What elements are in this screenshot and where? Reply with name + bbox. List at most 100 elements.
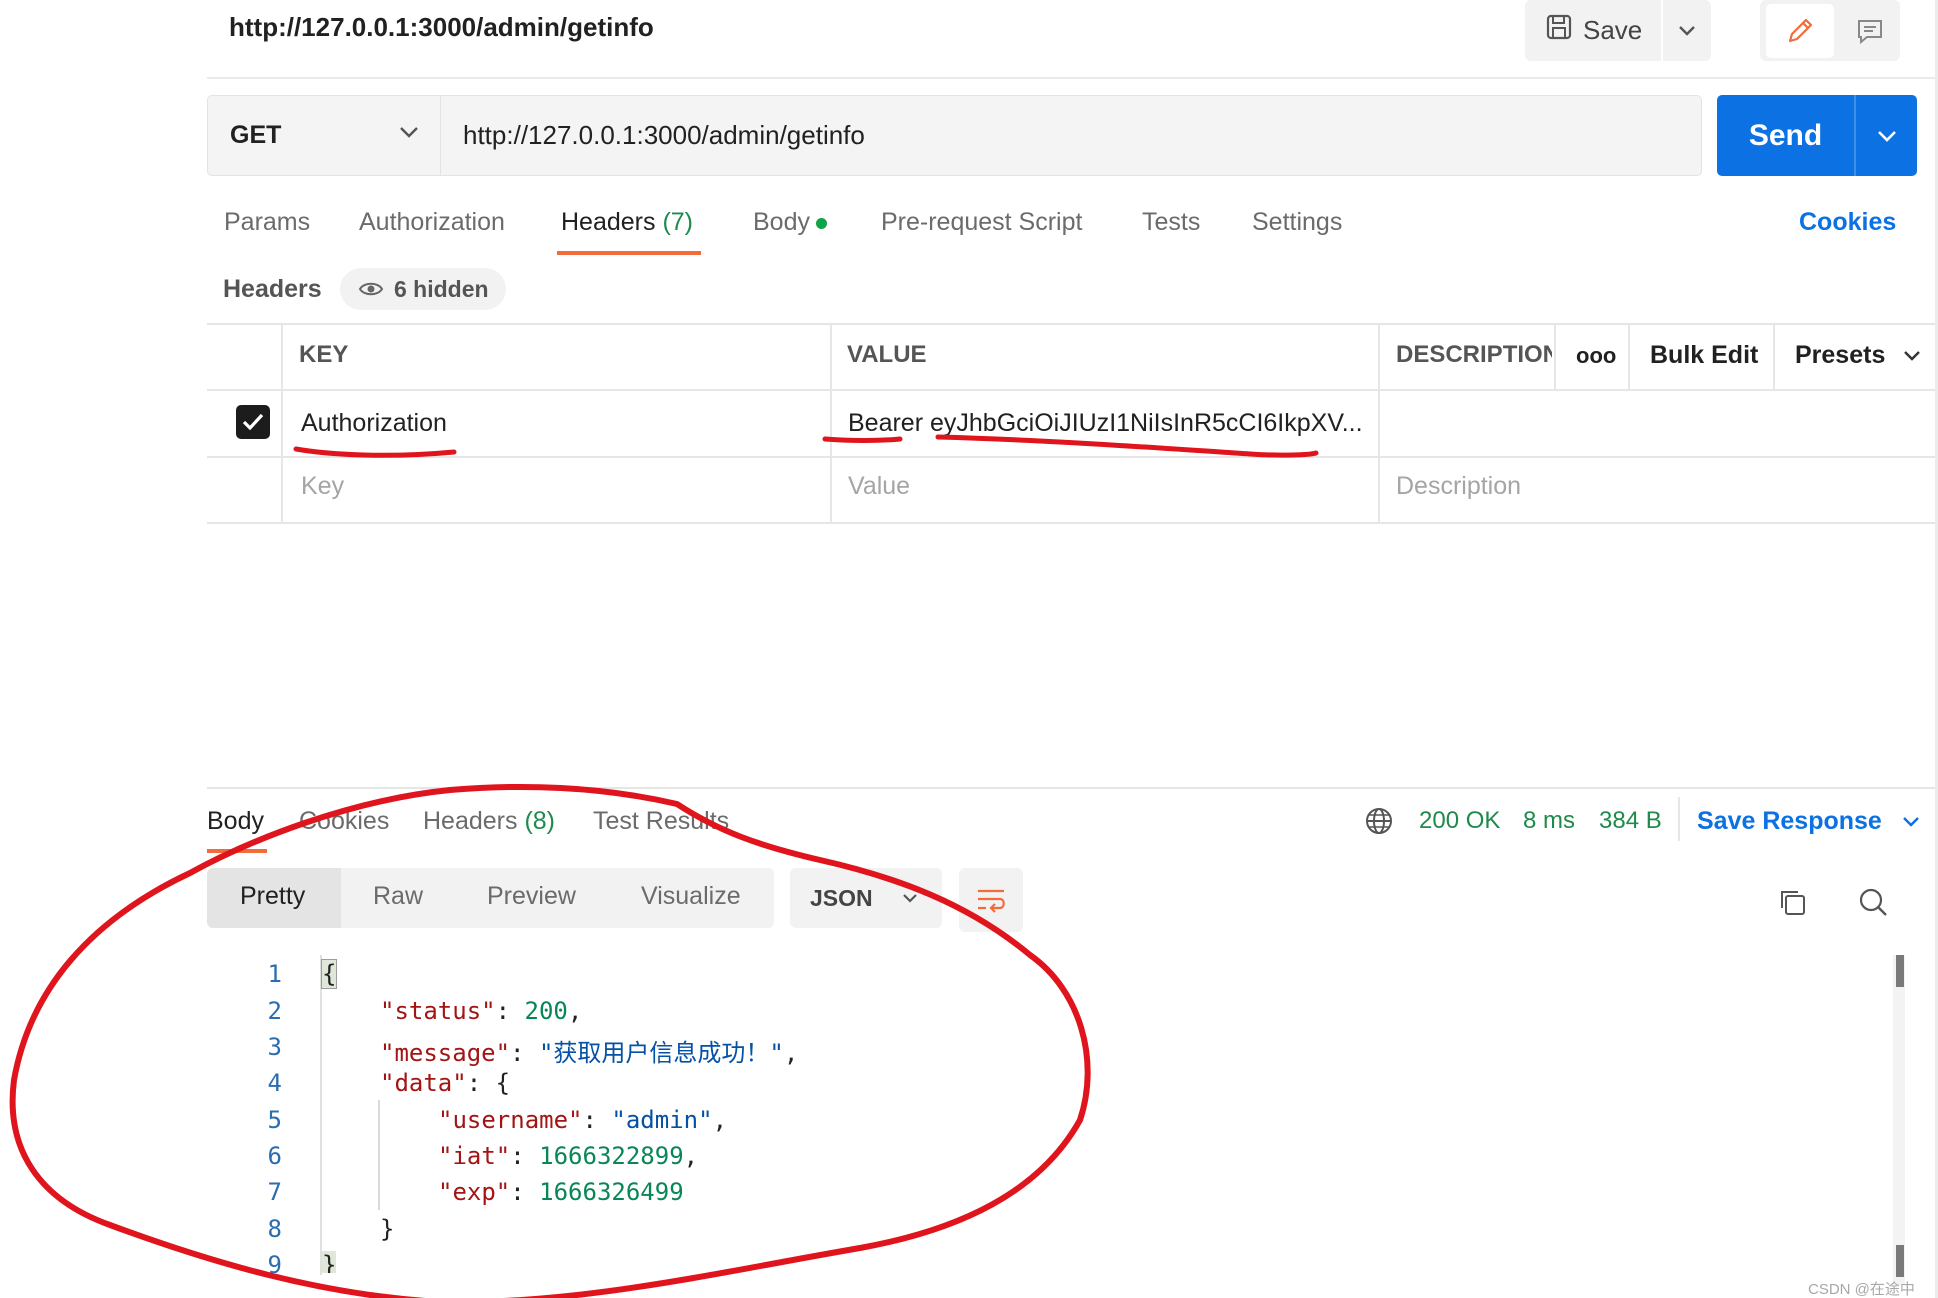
code-line[interactable]: "exp": 1666326499 bbox=[438, 1178, 684, 1206]
header-enabled-checkbox[interactable] bbox=[236, 405, 270, 439]
response-size[interactable]: 384 B bbox=[1599, 807, 1662, 835]
table-border bbox=[207, 456, 1938, 458]
annotation-underline-token bbox=[935, 434, 1319, 458]
value-input[interactable]: Value bbox=[848, 472, 910, 501]
save-response-dropdown[interactable]: Save Response bbox=[1697, 807, 1921, 836]
view-preview[interactable]: Preview bbox=[487, 882, 576, 911]
line-number: 6 bbox=[267, 1142, 282, 1170]
line-number: 5 bbox=[267, 1106, 282, 1134]
format-dropdown[interactable]: JSON bbox=[790, 868, 942, 928]
tab-tests[interactable]: Tests bbox=[1142, 208, 1200, 237]
more-options-button[interactable]: ooo bbox=[1576, 343, 1616, 369]
json-close-brace: } bbox=[322, 1251, 337, 1273]
key-input[interactable]: Key bbox=[301, 472, 344, 501]
code-line[interactable]: { bbox=[320, 959, 338, 989]
line-number: 7 bbox=[267, 1178, 282, 1206]
description-input[interactable]: Description bbox=[1396, 472, 1521, 501]
json-value: "获取用户信息成功！" bbox=[538, 1039, 784, 1067]
json-key: "exp" bbox=[438, 1178, 511, 1206]
view-raw[interactable]: Raw bbox=[373, 882, 423, 911]
table-border bbox=[830, 323, 832, 522]
json-key: "message" bbox=[380, 1039, 511, 1067]
code-line[interactable]: "data": { bbox=[380, 1069, 510, 1097]
wrap-lines-icon bbox=[978, 889, 1005, 913]
json-key: "data" bbox=[380, 1069, 467, 1097]
save-response-label: Save Response bbox=[1697, 807, 1882, 835]
chevron-down-icon bbox=[1904, 351, 1921, 361]
code-line[interactable]: } bbox=[380, 1215, 394, 1243]
send-dropdown-button[interactable] bbox=[1854, 95, 1917, 176]
send-button[interactable]: Send bbox=[1717, 119, 1854, 153]
code-line[interactable]: "username": "admin", bbox=[438, 1106, 727, 1134]
code-line[interactable]: "status": 200, bbox=[380, 997, 582, 1025]
code-line[interactable]: "message": "获取用户信息成功！", bbox=[380, 1033, 798, 1068]
table-border bbox=[1378, 323, 1380, 522]
eye-icon bbox=[358, 282, 384, 296]
gutter-divider bbox=[320, 955, 322, 1275]
response-tab-test-results[interactable]: Test Results bbox=[593, 807, 729, 836]
json-open-brace: { bbox=[320, 959, 338, 989]
table-border bbox=[207, 323, 1938, 325]
code-line[interactable]: } bbox=[322, 1251, 337, 1273]
chevron-down-icon bbox=[1902, 817, 1919, 827]
globe-icon[interactable] bbox=[1364, 806, 1394, 841]
edit-button[interactable] bbox=[1766, 4, 1834, 58]
tab-headers[interactable]: Headers (7) bbox=[561, 208, 693, 237]
tab-settings[interactable]: Settings bbox=[1252, 208, 1342, 237]
scrollbar-thumb[interactable] bbox=[1896, 955, 1904, 987]
save-button[interactable]: Save bbox=[1525, 0, 1663, 61]
tab-headers-count: (7) bbox=[662, 208, 694, 236]
column-header-description: DESCRIPTION bbox=[1396, 341, 1552, 368]
response-time[interactable]: 8 ms bbox=[1523, 807, 1575, 835]
tab-body[interactable]: Body bbox=[753, 208, 827, 237]
code-line[interactable]: "iat": 1666322899, bbox=[438, 1142, 698, 1170]
response-tab-body[interactable]: Body bbox=[207, 807, 264, 836]
hidden-headers-toggle[interactable]: 6 hidden bbox=[340, 268, 506, 310]
json-key: "iat" bbox=[438, 1142, 511, 1170]
view-mode-segmented: Pretty Raw Preview Visualize bbox=[207, 868, 774, 928]
search-icon[interactable] bbox=[1857, 886, 1889, 923]
copy-icon[interactable] bbox=[1776, 886, 1808, 923]
comments-button[interactable] bbox=[1844, 4, 1896, 58]
presets-dropdown[interactable]: Presets bbox=[1795, 341, 1922, 370]
header-key-cell[interactable]: Authorization bbox=[301, 409, 447, 438]
table-border bbox=[1773, 323, 1775, 389]
method-select[interactable]: GET bbox=[207, 95, 440, 176]
editor-scrollbar[interactable] bbox=[1893, 955, 1905, 1285]
format-label: JSON bbox=[810, 884, 873, 911]
tab-prerequest-script[interactable]: Pre-request Script bbox=[881, 208, 1082, 237]
response-tab-headers[interactable]: Headers (8) bbox=[423, 807, 555, 836]
tab-params[interactable]: Params bbox=[224, 208, 310, 237]
table-border bbox=[281, 323, 283, 522]
annotation-underline-key bbox=[293, 446, 457, 458]
indent-guide bbox=[378, 1100, 380, 1210]
divider bbox=[1678, 797, 1680, 841]
response-tab-cookies[interactable]: Cookies bbox=[299, 807, 389, 836]
chevron-down-icon bbox=[1679, 25, 1695, 36]
header-value-cell[interactable]: Bearer eyJhbGciOiJIUzI1NiIsInR5cCI6IkpXV… bbox=[848, 409, 1363, 438]
bulk-edit-button[interactable]: Bulk Edit bbox=[1650, 341, 1758, 370]
view-pretty[interactable]: Pretty bbox=[240, 882, 305, 911]
divider bbox=[207, 77, 1938, 79]
json-key: "username" bbox=[438, 1106, 583, 1134]
tab-authorization[interactable]: Authorization bbox=[359, 208, 505, 237]
table-border bbox=[1554, 323, 1556, 389]
json-value: 1666326499 bbox=[539, 1178, 684, 1206]
save-icon bbox=[1545, 13, 1573, 48]
line-number: 2 bbox=[267, 997, 282, 1025]
scrollbar-thumb[interactable] bbox=[1896, 1245, 1904, 1277]
line-number: 3 bbox=[267, 1033, 282, 1061]
modified-dot-icon bbox=[815, 217, 827, 229]
view-visualize[interactable]: Visualize bbox=[641, 882, 741, 911]
save-button-group: Save bbox=[1525, 0, 1711, 61]
send-button-group: Send bbox=[1717, 95, 1917, 176]
url-input[interactable]: http://127.0.0.1:3000/admin/getinfo bbox=[440, 95, 1702, 176]
word-wrap-button[interactable] bbox=[959, 868, 1023, 932]
status-code[interactable]: 200 OK bbox=[1419, 807, 1500, 835]
json-value: 200 bbox=[524, 997, 568, 1025]
table-border bbox=[207, 389, 1938, 391]
tab-body-label: Body bbox=[753, 208, 810, 236]
cookies-link[interactable]: Cookies bbox=[1799, 208, 1896, 237]
save-label: Save bbox=[1583, 15, 1643, 45]
save-dropdown-button[interactable] bbox=[1663, 0, 1711, 61]
